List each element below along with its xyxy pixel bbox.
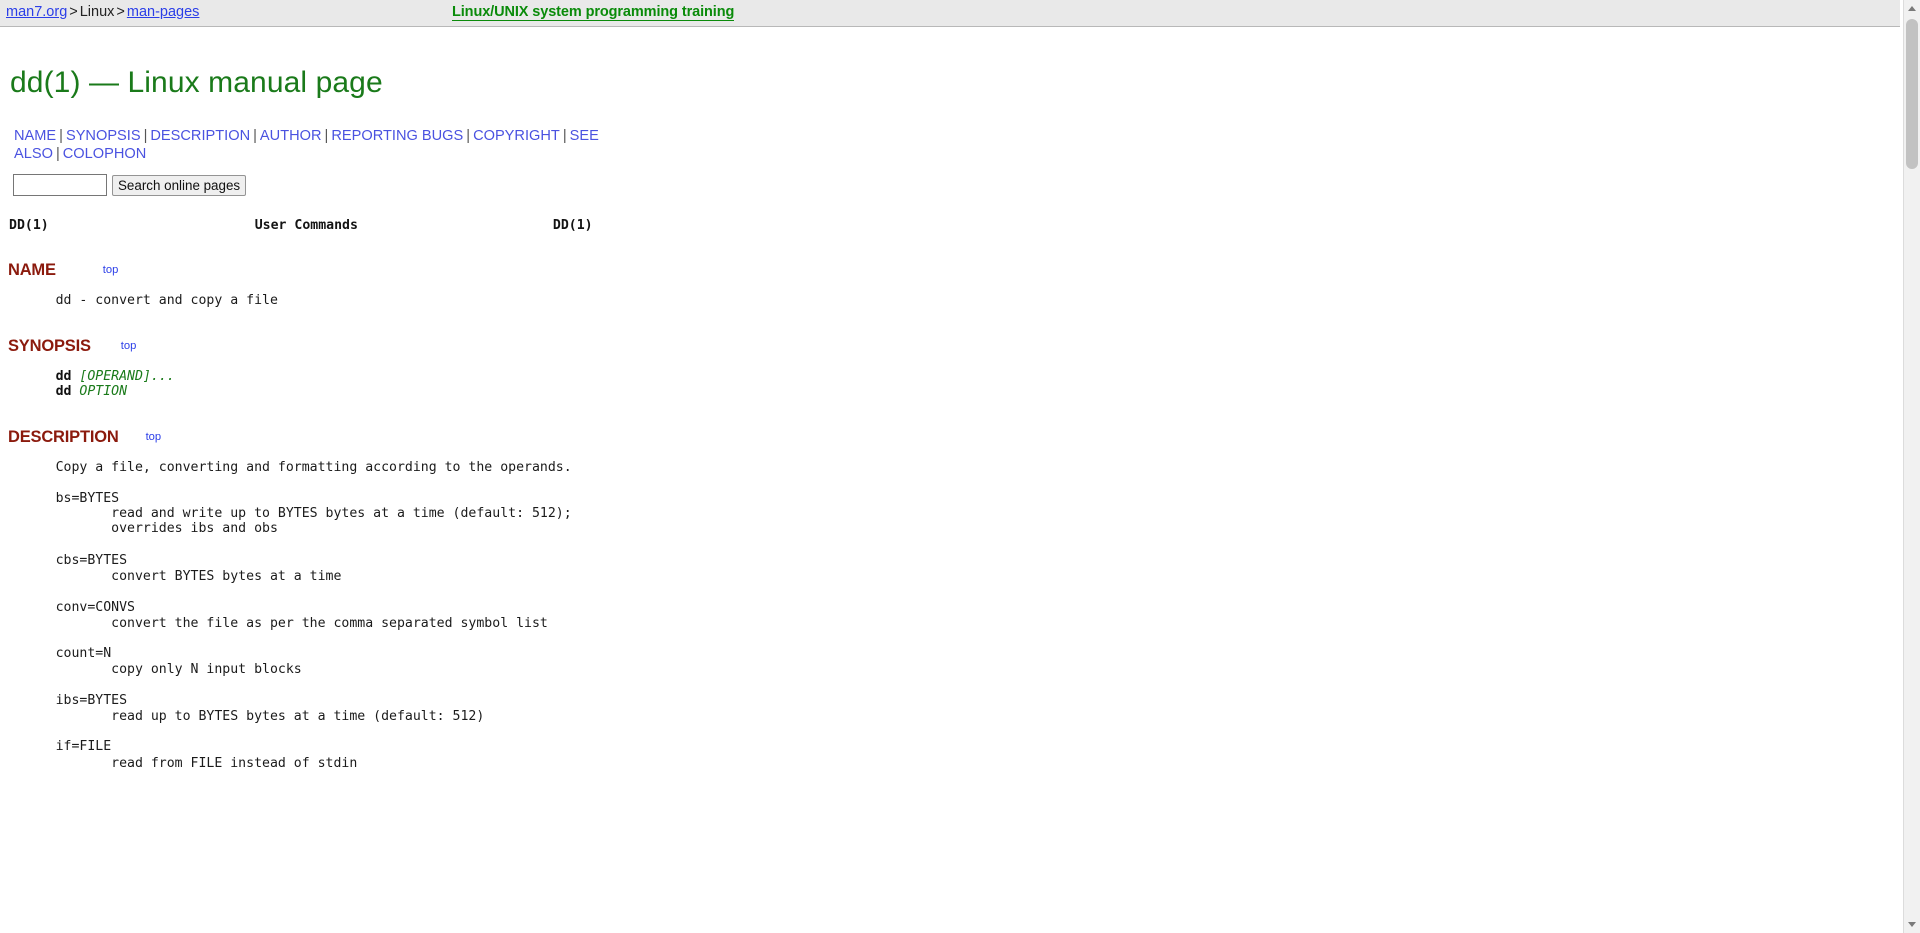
section-heading-description: DESCRIPTION <box>8 428 119 446</box>
synopsis-cmd-2: dd <box>55 384 72 400</box>
operand-term-bs: bs=BYTES <box>0 491 120 506</box>
operand-desc-bs: read and write up to BYTES bytes at a ti… <box>111 506 572 537</box>
section-header-synopsis: SYNOPSIS top <box>8 337 137 356</box>
operand-term-count: count=N <box>0 646 112 661</box>
section-body-description-intro: Copy a file, converting and formatting a… <box>0 460 572 475</box>
breadcrumb-text-linux: Linux <box>79 4 115 20</box>
synopsis-cmd-1: dd <box>55 369 72 384</box>
scrollbar-up-button[interactable] <box>1904 0 1920 17</box>
section-nav-link-copyright[interactable]: COPYRIGHT <box>473 128 560 144</box>
section-nav-link-synopsis[interactable]: SYNOPSIS <box>66 128 141 144</box>
operand-desc-count: copy only N input blocks <box>0 662 302 677</box>
section-header-description: DESCRIPTION top <box>8 428 162 447</box>
breadcrumb-bar: man7.org > Linux > man-pages Linux/UNIX syst… <box>0 0 1900 27</box>
operand-desc-ibs: read up to BYTES bytes at a time (defaul… <box>0 709 485 724</box>
operand-desc-conv: convert the file as per the comma separa… <box>0 616 548 631</box>
man-header-line: DD(1) User Commands DD(1) <box>9 218 593 233</box>
operand-term-cbs: cbs=BYTES <box>0 553 128 568</box>
man-header-center: User Commands <box>254 218 358 233</box>
nav-sep: | <box>466 128 471 144</box>
operand-term-conv: conv=CONVS <box>0 600 135 615</box>
search-input[interactable] <box>13 174 107 196</box>
breadcrumb-separator-2: > <box>116 4 125 20</box>
search-form: Search online pages <box>13 174 247 196</box>
chevron-down-icon <box>1908 922 1916 927</box>
scrollbar-down-button[interactable] <box>1904 916 1920 933</box>
man-header-right: DD(1) <box>552 218 593 233</box>
top-link-synopsis[interactable]: top <box>121 340 137 352</box>
top-link-name[interactable]: top <box>103 264 119 276</box>
breadcrumb-link-man-pages[interactable]: man-pages <box>127 4 200 20</box>
man-header-left: DD(1) <box>9 218 49 233</box>
nav-sep: | <box>59 128 63 144</box>
operand-desc-if: read from FILE instead of stdin <box>0 756 358 771</box>
breadcrumb-separator-1: > <box>69 4 78 20</box>
operand-desc-cbs: convert BYTES bytes at a time <box>0 569 342 584</box>
nav-sep: | <box>324 128 329 144</box>
section-nav-link-author[interactable]: AUTHOR <box>260 128 322 144</box>
nav-sep: | <box>253 128 257 144</box>
section-header-name: NAME top <box>8 261 119 280</box>
top-link-description[interactable]: top <box>146 431 162 443</box>
section-nav: NAME | SYNOPSIS | DESCRIPTION | AUTHOR | REPORTI… <box>14 127 614 163</box>
section-nav-link-reporting-bugs[interactable]: REPORTING BUGS <box>331 128 463 144</box>
section-heading-name: NAME <box>8 261 56 279</box>
synopsis-operand-2: OPTION <box>79 384 128 400</box>
breadcrumb-link-man7[interactable]: man7.org <box>6 4 67 20</box>
section-nav-link-colophon[interactable]: COLOPHON <box>63 146 147 162</box>
section-heading-synopsis: SYNOPSIS <box>8 337 91 355</box>
section-body-name: dd - convert and copy a file <box>0 293 278 308</box>
breadcrumb: man7.org > Linux > man-pages <box>6 4 199 20</box>
nav-sep: | <box>143 128 148 144</box>
browser-viewport: man7.org > Linux > man-pages Linux/UNIX syst… <box>0 0 1920 933</box>
search-button[interactable]: Search online pages <box>112 174 247 196</box>
section-nav-link-name[interactable]: NAME <box>14 128 56 144</box>
vertical-scrollbar[interactable] <box>1903 0 1920 933</box>
scrollbar-thumb[interactable] <box>1906 19 1918 169</box>
synopsis-operand-1: [OPERAND]... <box>79 369 175 384</box>
operand-term-ibs: ibs=BYTES <box>0 693 128 708</box>
page-canvas: man7.org > Linux > man-pages Linux/UNIX syst… <box>0 0 1900 933</box>
section-body-synopsis: dd [OPERAND]... dd OPTION <box>0 369 175 400</box>
nav-sep: | <box>562 128 567 144</box>
site-tagline[interactable]: Linux/UNIX system programming training <box>452 4 734 21</box>
page-title: dd(1) — Linux manual page <box>10 66 383 99</box>
operand-term-if: if=FILE <box>0 739 112 754</box>
nav-sep: | <box>55 146 60 162</box>
chevron-up-icon <box>1908 6 1916 11</box>
section-nav-link-description[interactable]: DESCRIPTION <box>150 128 250 144</box>
